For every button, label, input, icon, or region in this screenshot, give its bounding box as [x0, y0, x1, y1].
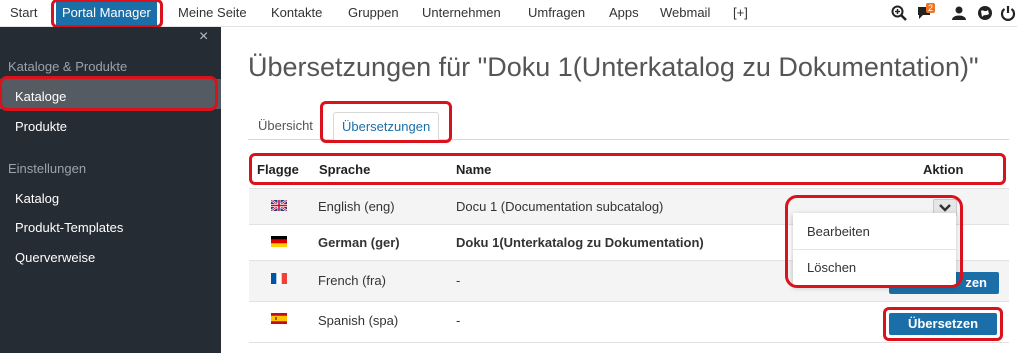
name-cell: -	[456, 313, 461, 328]
language-cell: Spanish (spa)	[318, 313, 399, 328]
table-header: Flagge Sprache Name Aktion	[249, 153, 1006, 185]
tab-overview[interactable]: Übersicht	[258, 112, 313, 139]
header-language: Sprache	[319, 162, 371, 177]
sidebar-item-querverweise[interactable]: Querverweise	[15, 250, 95, 265]
language-cell: English (eng)	[318, 199, 395, 214]
language-cell: French (fra)	[318, 273, 386, 288]
sidebar: × Kataloge & Produkte Kataloge Produkte …	[0, 27, 221, 353]
nav-meine-seite[interactable]: Meine Seite	[178, 0, 247, 26]
nav-unternehmen[interactable]: Unternehmen	[422, 0, 501, 26]
gb-flag-icon	[271, 200, 287, 211]
de-flag-icon	[271, 236, 287, 247]
header-action: Aktion	[923, 162, 964, 177]
notification-badge: 2	[926, 3, 936, 13]
sidebar-item-produkt-templates[interactable]: Produkt-Templates	[15, 220, 123, 235]
nav-apps[interactable]: Apps	[609, 0, 639, 26]
top-navigation: Start Portal Manager Meine Seite Kontakt…	[0, 0, 1017, 28]
sidebar-item-produkte[interactable]: Produkte	[15, 119, 67, 134]
sidebar-section-settings: Einstellungen	[8, 161, 87, 176]
nav-umfragen[interactable]: Umfragen	[528, 0, 585, 26]
tab-bar: Übersicht Übersetzungen	[248, 101, 1009, 143]
nav-gruppen[interactable]: Gruppen	[348, 0, 399, 26]
dropdown-highlight	[785, 195, 963, 288]
nav-kontakte[interactable]: Kontakte	[271, 0, 322, 26]
header-name: Name	[456, 162, 492, 177]
sidebar-item-kataloge[interactable]: Kataloge	[15, 89, 66, 104]
translate-button[interactable]: Übersetzen	[883, 307, 1003, 341]
table-row: Spanish (spa) - Übersetzen	[249, 301, 1009, 343]
page-title: Übersetzungen für "Doku 1(Unterkatalog z…	[248, 52, 979, 82]
es-flag-icon	[271, 313, 287, 324]
globe-icon[interactable]	[976, 4, 994, 22]
language-cell: German (ger)	[318, 235, 400, 250]
tab-translations[interactable]: Übersetzungen	[319, 101, 453, 143]
power-icon[interactable]	[999, 4, 1017, 22]
nav-webmail[interactable]: Webmail	[660, 0, 710, 26]
nav-add[interactable]: [+]	[733, 0, 748, 26]
nav-start[interactable]: Start	[10, 0, 37, 26]
nav-portal-manager[interactable]: Portal Manager	[51, 0, 163, 28]
name-cell: Doku 1(Unterkatalog zu Dokumentation)	[456, 235, 704, 250]
user-icon[interactable]	[950, 4, 968, 22]
close-icon[interactable]: ×	[199, 29, 208, 45]
sidebar-section-catalogs: Kataloge & Produkte	[8, 59, 128, 74]
zoom-icon[interactable]	[890, 4, 908, 22]
sidebar-item-katalog[interactable]: Katalog	[15, 191, 59, 206]
name-cell: Docu 1 (Documentation subcatalog)	[456, 199, 664, 214]
header-flag: Flagge	[257, 162, 299, 177]
translate-button-label: zen	[965, 275, 987, 290]
fr-flag-icon	[271, 273, 287, 284]
name-cell: -	[456, 273, 461, 288]
